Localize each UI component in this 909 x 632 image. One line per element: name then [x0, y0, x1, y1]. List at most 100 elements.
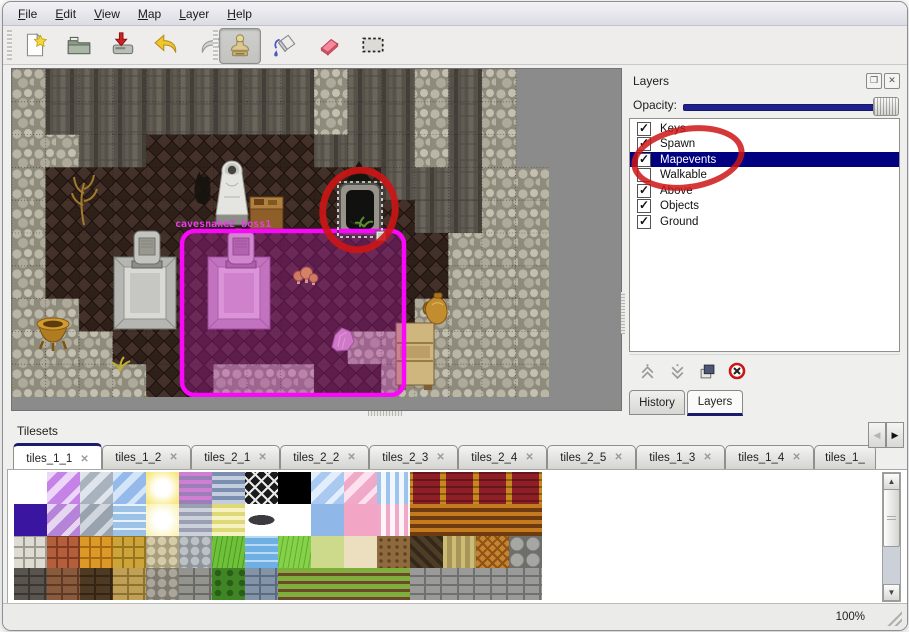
layer-row-ground[interactable]: ✓Ground	[630, 214, 899, 229]
tileset-tile[interactable]	[212, 568, 245, 600]
scroll-down-icon[interactable]: ▼	[883, 584, 900, 601]
raise-layer-button[interactable]	[635, 360, 659, 382]
tileset-tab-tiles_2_4[interactable]: tiles_2_4✕	[458, 445, 547, 470]
tileset-tile[interactable]	[410, 568, 443, 600]
tileset-tile[interactable]	[47, 536, 80, 568]
stamp-tool-button[interactable]	[219, 28, 261, 64]
tileset-tile[interactable]	[443, 472, 476, 504]
tileset-tab-tiles_2_3[interactable]: tiles_2_3✕	[369, 445, 458, 470]
scroll-tabs-left-icon[interactable]: ◀	[868, 422, 886, 448]
tileset-tile[interactable]	[311, 568, 344, 600]
new-file-button[interactable]	[15, 28, 55, 62]
select-tool-button[interactable]	[353, 28, 393, 62]
tileset-tile[interactable]	[509, 472, 542, 504]
menu-view[interactable]: View	[85, 4, 129, 24]
tileset-tile[interactable]	[311, 504, 344, 536]
close-tab-icon[interactable]: ✕	[703, 452, 711, 463]
tileset-tile[interactable]	[476, 568, 509, 600]
tileset-tab-tiles_1_2[interactable]: tiles_1_2✕	[102, 445, 191, 470]
menu-help[interactable]: Help	[218, 4, 261, 24]
tileset-tile[interactable]	[113, 568, 146, 600]
tileset-tab-tiles_1[interactable]: tiles_1_	[814, 445, 876, 470]
tileset-tile[interactable]	[212, 472, 245, 504]
opacity-slider-handle[interactable]	[873, 97, 899, 116]
tileset-tile[interactable]	[14, 504, 47, 536]
tileset-tile[interactable]	[80, 504, 113, 536]
undo-button[interactable]	[147, 28, 187, 62]
layer-checkbox-objects[interactable]: ✓	[637, 199, 651, 213]
tileset-tile[interactable]	[113, 536, 146, 568]
layer-checkbox-walkable[interactable]	[637, 168, 651, 182]
scrollbar-thumb[interactable]	[883, 489, 900, 547]
tileset-tile[interactable]	[47, 568, 80, 600]
tileset-tile[interactable]	[113, 472, 146, 504]
float-panel-icon[interactable]: ❐	[866, 73, 882, 89]
menu-map[interactable]: Map	[129, 4, 170, 24]
tileset-tile[interactable]	[344, 472, 377, 504]
tileset-tab-tiles_1_4[interactable]: tiles_1_4✕	[725, 445, 814, 470]
tileset-tile[interactable]	[14, 536, 47, 568]
scroll-up-icon[interactable]: ▲	[883, 473, 900, 490]
tileset-tile[interactable]	[377, 504, 410, 536]
layer-checkbox-spawn[interactable]: ✓	[637, 137, 651, 151]
horizontal-splitter-handle[interactable]	[368, 411, 402, 416]
tileset-tile[interactable]	[146, 536, 179, 568]
opacity-slider-track[interactable]	[683, 104, 893, 111]
tileset-tile[interactable]	[278, 536, 311, 568]
tileset-tile[interactable]	[146, 472, 179, 504]
tileset-tile[interactable]	[311, 472, 344, 504]
tileset-tab-tiles_1_1[interactable]: tiles_1_1✕	[13, 443, 102, 470]
layer-checkbox-above[interactable]: ✓	[637, 184, 651, 198]
delete-layer-button[interactable]	[725, 360, 749, 382]
layer-row-mapevents[interactable]: ✓Mapevents	[630, 152, 899, 167]
tileset-tile[interactable]	[443, 568, 476, 600]
lower-layer-button[interactable]	[665, 360, 689, 382]
close-tab-icon[interactable]: ✕	[169, 452, 177, 463]
close-tab-icon[interactable]: ✕	[525, 452, 533, 463]
panel-tab-history[interactable]: History	[629, 390, 685, 415]
tileset-tile[interactable]	[377, 536, 410, 568]
tileset-tile[interactable]	[245, 536, 278, 568]
layer-row-spawn[interactable]: ✓Spawn	[630, 137, 899, 152]
tileset-tile[interactable]	[47, 504, 80, 536]
tileset-tile[interactable]	[179, 536, 212, 568]
save-button[interactable]	[103, 28, 143, 62]
resize-grip[interactable]	[884, 608, 902, 626]
tileset-tile[interactable]	[443, 536, 476, 568]
tileset-tile[interactable]	[212, 536, 245, 568]
layer-checkbox-keys[interactable]: ✓	[637, 122, 651, 136]
tileset-scrollbar[interactable]: ▲ ▼	[882, 472, 901, 602]
tileset-tile[interactable]	[476, 536, 509, 568]
tileset-tab-tiles_2_1[interactable]: tiles_2_1✕	[191, 445, 280, 470]
map-canvas[interactable]: cavesnake2_boss1	[11, 68, 622, 411]
tileset-tile[interactable]	[377, 472, 410, 504]
close-tab-icon[interactable]: ✕	[436, 452, 444, 463]
close-tab-icon[interactable]: ✕	[347, 452, 355, 463]
tileset-tab-tiles_1_3[interactable]: tiles_1_3✕	[636, 445, 725, 470]
layer-checkbox-ground[interactable]: ✓	[637, 215, 651, 229]
layer-row-objects[interactable]: ✓Objects	[630, 199, 899, 214]
tileset-tile[interactable]	[311, 536, 344, 568]
tileset-tile[interactable]	[245, 472, 278, 504]
tileset-tile[interactable]	[410, 536, 443, 568]
tileset-tile[interactable]	[278, 568, 311, 600]
tileset-tile[interactable]	[443, 504, 476, 536]
open-button[interactable]	[59, 28, 99, 62]
tileset-tile[interactable]	[344, 504, 377, 536]
event-region-overlay[interactable]	[182, 231, 404, 395]
tileset-tile[interactable]	[179, 472, 212, 504]
menu-layer[interactable]: Layer	[170, 4, 218, 24]
eraser-tool-button[interactable]	[309, 28, 349, 62]
layer-checkbox-mapevents[interactable]: ✓	[637, 153, 651, 167]
tileset-tile[interactable]	[377, 568, 410, 600]
tileset-tile[interactable]	[509, 536, 542, 568]
tileset-tile[interactable]	[179, 504, 212, 536]
tileset-tile[interactable]	[410, 472, 443, 504]
duplicate-layer-button[interactable]	[695, 360, 719, 382]
close-tab-icon[interactable]: ✕	[792, 452, 800, 463]
close-tab-icon[interactable]: ✕	[80, 454, 88, 465]
panel-tab-layers[interactable]: Layers	[687, 390, 743, 416]
tileset-tile[interactable]	[80, 536, 113, 568]
tileset-tile[interactable]	[245, 504, 278, 536]
tileset-tile[interactable]	[212, 504, 245, 536]
